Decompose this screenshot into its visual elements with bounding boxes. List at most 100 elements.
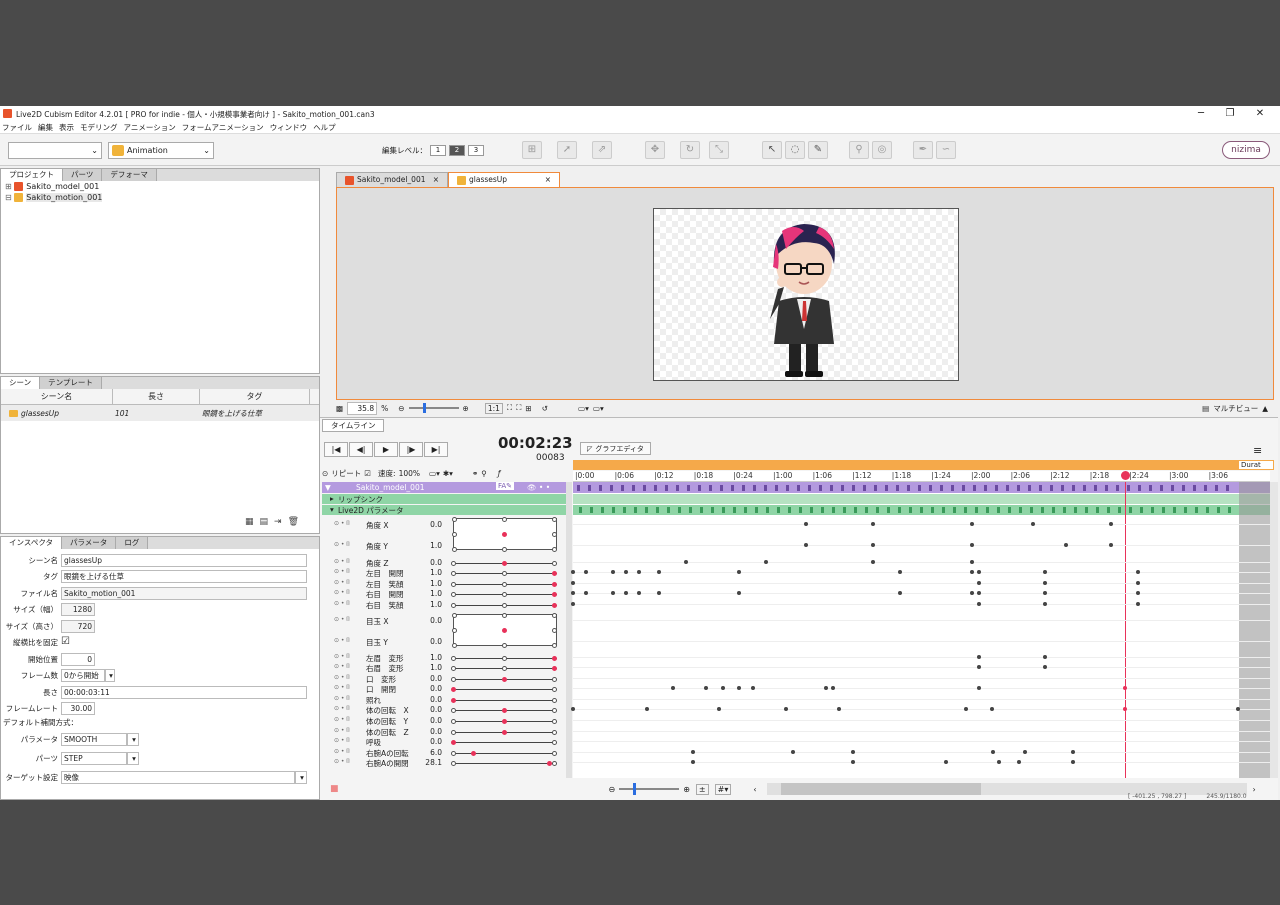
param-slider[interactable] [451,592,557,597]
keyframe[interactable] [970,522,974,526]
transform-tool-icon[interactable]: ⤡ [709,141,729,159]
model-keyframe[interactable] [1116,485,1119,491]
interp-param-select[interactable]: SMOOTH [61,733,127,746]
slider-knob[interactable] [552,761,557,766]
keyframe[interactable] [751,686,755,690]
slider-knob[interactable] [451,698,456,703]
param-slider[interactable] [451,571,557,576]
keyframe[interactable] [804,522,808,526]
slider-knob[interactable] [552,592,557,597]
keyframe[interactable] [964,707,968,711]
model-keyframe[interactable] [940,485,943,491]
param-slider[interactable] [451,740,557,745]
display-mode-icon[interactable]: ▭▾ [429,469,440,478]
keyframe[interactable] [584,570,588,574]
display-toggle-icon[interactable]: ▭▾ [578,404,589,413]
keyframe[interactable] [611,570,615,574]
pad-point[interactable] [502,517,507,522]
group-keyframe[interactable] [865,507,868,513]
keyframe[interactable] [970,591,974,595]
keyframe[interactable] [764,560,768,564]
param-toggle-icon[interactable]: ⊙ • ⌷ [334,695,350,703]
group-keyframe[interactable] [1096,507,1099,513]
keyframe[interactable] [1043,581,1047,585]
param-toggle-icon[interactable]: ⊙ • ⌷ [334,737,350,745]
slider-knob[interactable] [451,571,456,576]
model-keyframe[interactable] [1215,485,1218,491]
pad-point[interactable] [452,532,457,537]
param-toggle-icon[interactable]: ⊙ • ⌷ [334,653,350,661]
model-keyframe[interactable] [995,485,998,491]
group-keyframe[interactable] [843,507,846,513]
group-keyframe[interactable] [1041,507,1044,513]
slider-knob[interactable] [451,677,456,682]
pad-point[interactable] [552,517,557,522]
param-value[interactable]: 1.0 [424,579,442,588]
group-keyframe[interactable] [634,507,637,513]
param-toggle-icon[interactable]: ⊙ • ⌷ [334,579,350,587]
auto-tool-icon[interactable]: ⇗ [592,141,612,159]
interp-parts-select[interactable]: STEP [61,752,127,765]
tab-template[interactable]: テンプレート [40,377,102,389]
param-toggle-icon[interactable]: ⊙ • ⌷ [334,568,350,576]
pin-icon[interactable]: ⚲ [481,469,487,478]
model-keyframe[interactable] [1149,485,1152,491]
fit-height-icon[interactable]: ⛶ [516,403,521,413]
snap-icon[interactable]: ✱▾ [443,469,453,478]
group-keyframe[interactable] [1217,507,1220,513]
group-keyframe[interactable] [1052,507,1055,513]
keyframe[interactable] [970,570,974,574]
keyframe[interactable] [977,655,981,659]
group-keyframe[interactable] [964,507,967,513]
fit-width-icon[interactable]: ⛶ [507,403,512,413]
menu-help[interactable]: ヘルプ [313,121,336,134]
group-keyframe[interactable] [997,507,1000,513]
model-keyframe[interactable] [588,485,591,491]
slider-knob[interactable] [501,603,507,608]
model-keyframe[interactable] [885,485,888,491]
param-value[interactable]: 1.0 [424,568,442,577]
header-tag[interactable]: タグ [200,388,310,405]
zoom-slider[interactable] [408,403,459,413]
param-value[interactable]: 1.0 [424,541,442,550]
group-keyframe[interactable] [744,507,747,513]
tab-log[interactable]: ログ [116,537,149,549]
param-slider[interactable] [451,730,557,735]
param-scrollbar[interactable] [566,482,572,778]
group-keyframe[interactable] [942,507,945,513]
pad-point[interactable] [552,532,557,537]
slider-knob[interactable] [451,730,456,735]
tab-inspector[interactable]: インスペクタ [1,537,63,549]
slider-knob[interactable] [501,666,507,671]
fa-badge[interactable]: FA✎ [496,482,515,490]
keyframe[interactable] [571,707,575,711]
slider-knob[interactable] [451,740,456,745]
param-toggle-icon[interactable]: ⊙ • ⌷ [334,558,350,566]
param-slider[interactable] [451,656,557,661]
model-keyframe[interactable] [709,485,712,491]
close-icon[interactable]: × [545,174,551,186]
rotate-tool-icon[interactable]: ↻ [680,141,700,159]
pad-point[interactable] [502,532,507,537]
param-value[interactable]: 1.0 [424,589,442,598]
keyframe[interactable] [721,686,725,690]
keyframe[interactable] [1136,591,1140,595]
keyframe[interactable] [1023,750,1027,754]
tab-timeline[interactable]: タイムライン [322,419,385,432]
slider-knob[interactable] [552,666,557,671]
keyframe[interactable] [571,581,575,585]
link-icon[interactable]: ⚭ [472,469,478,478]
param-slider[interactable] [451,708,557,713]
model-keyframe[interactable] [610,485,613,491]
slider-knob[interactable] [552,708,557,713]
pad-point[interactable] [552,628,557,633]
play-button[interactable]: ▶ [374,442,398,457]
param-value[interactable]: 1.0 [424,653,442,662]
group-keyframe[interactable] [920,507,923,513]
keyframe[interactable] [871,522,875,526]
group-keyframe[interactable] [667,507,670,513]
keyframe[interactable] [1236,707,1240,711]
param-toggle-icon[interactable]: ⊙ • ⌷ [334,674,350,682]
params-group-header[interactable]: ▾ Live2D パラメータ [322,505,568,515]
slider-knob[interactable] [501,561,507,566]
